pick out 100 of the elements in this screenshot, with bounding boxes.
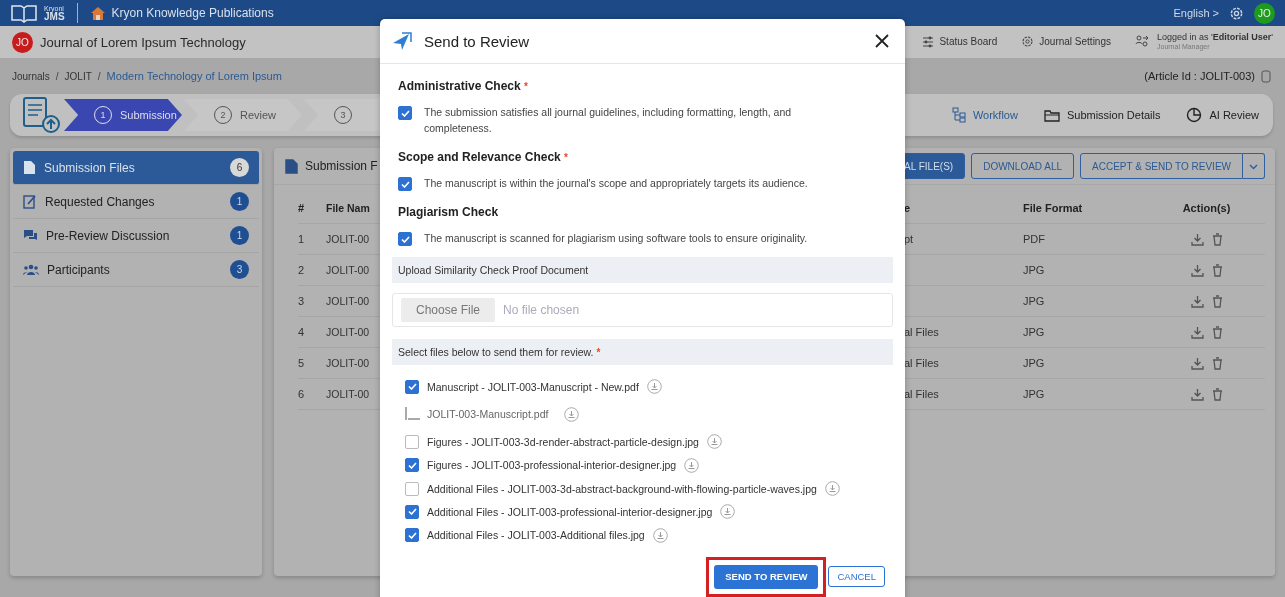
download-icon[interactable]	[824, 481, 840, 497]
trash-icon[interactable]	[1211, 356, 1223, 370]
breadcrumb-link[interactable]: JOLIT	[64, 70, 92, 82]
accept-send-button[interactable]: ACCEPT & SEND TO REVIEW	[1080, 153, 1243, 179]
file-icon	[23, 160, 36, 175]
download-all-button[interactable]: DOWNLOAD ALL	[971, 153, 1075, 179]
download-icon[interactable]	[684, 457, 700, 473]
download-icon[interactable]	[706, 434, 722, 450]
section-title: Scope and Relevance Check	[398, 150, 561, 164]
sliders-icon[interactable]	[922, 36, 935, 48]
cancel-button[interactable]: CANCEL	[828, 566, 885, 588]
checkbox[interactable]	[405, 481, 419, 496]
file-label: Figures - JOLIT-003-3d-render-abstract-particle-design.jpg	[427, 435, 699, 448]
file-input[interactable]: Choose File No file chosen	[392, 293, 893, 327]
book-logo-icon	[10, 3, 38, 23]
download-icon[interactable]	[1190, 325, 1204, 339]
column-header: #	[298, 202, 306, 214]
download-icon[interactable]	[646, 379, 662, 395]
chevron-down-icon	[1249, 163, 1258, 170]
table-cell-text: JOLIT-00	[326, 295, 371, 307]
table-cell-text: JOLIT-00	[326, 233, 371, 245]
table-cell-text: 2	[298, 264, 306, 276]
trash-icon[interactable]	[1211, 294, 1223, 308]
chat-icon	[23, 229, 38, 242]
step-link[interactable]: Submission Details	[1043, 107, 1161, 123]
table-cell-text: al Files	[904, 388, 940, 400]
paper-plane-icon	[392, 31, 414, 51]
gear-icon[interactable]	[1021, 35, 1035, 49]
table-cell-text: al Files	[904, 326, 940, 338]
download-icon[interactable]	[1190, 294, 1204, 308]
logo-title: JMS	[44, 11, 65, 22]
workflow-step[interactable]: 2 Review	[184, 99, 302, 131]
checkbox[interactable]	[398, 106, 412, 120]
checkbox[interactable]	[405, 528, 419, 543]
table-cell-text: pt	[904, 233, 915, 245]
checkbox[interactable]	[405, 458, 419, 473]
file-label: Additional Files - JOLIT-003-Additional files.jpg	[427, 529, 645, 542]
download-icon[interactable]	[1190, 263, 1204, 277]
file-label: Manuscript - JOLIT-003-Manuscript - New.pdf	[427, 380, 639, 393]
upload-label: Upload Similarity Check Proof Document	[398, 264, 589, 276]
dropdown-button[interactable]	[1243, 153, 1265, 179]
table-cell-text: JPG	[1023, 295, 1046, 307]
download-icon[interactable]	[1190, 356, 1204, 370]
sidebar-item[interactable]: Requested Changes 1	[13, 185, 259, 219]
file-label: Additional Files - JOLIT-003-professional-interior-designer.jpg	[427, 505, 713, 518]
header-link[interactable]: Status Board	[939, 36, 998, 48]
step-link[interactable]: Workflow	[951, 107, 1018, 123]
trash-icon[interactable]	[1211, 263, 1223, 277]
edit-icon	[23, 194, 37, 209]
choose-file-button[interactable]: Choose File	[401, 298, 496, 322]
people-icon	[23, 263, 39, 276]
required-mark: *	[564, 152, 568, 163]
trash-icon[interactable]	[1211, 232, 1223, 246]
folder-icon	[1043, 108, 1060, 122]
download-icon[interactable]	[1190, 387, 1204, 401]
table-cell-text: JOLIT-00	[326, 388, 371, 400]
required-mark: *	[596, 347, 601, 358]
home-icon[interactable]	[89, 5, 106, 21]
table-cell-text: 3	[298, 295, 306, 307]
login-status: Logged in as 'Editorial User'	[1157, 33, 1273, 44]
trash-icon[interactable]	[1211, 387, 1223, 401]
checkbox[interactable]	[398, 177, 412, 191]
download-icon[interactable]	[720, 504, 736, 520]
send-to-review-button[interactable]: SEND TO REVIEW	[714, 564, 819, 589]
download-icon[interactable]	[564, 406, 580, 422]
journal-title: Journal of Lorem Ipsum Technology	[40, 34, 246, 50]
article-id: (Article Id : JOLIT-003)	[1144, 70, 1255, 82]
sidebar-item[interactable]: Participants 3	[13, 253, 259, 287]
download-icon[interactable]	[652, 527, 668, 543]
pie-chart-icon	[1186, 107, 1203, 123]
header-link[interactable]: Journal Settings	[1039, 36, 1111, 48]
breadcrumb-link[interactable]: Journals	[12, 70, 50, 82]
step-link[interactable]: AI Review	[1186, 107, 1259, 123]
check-description: The submission satisfies all journal guidelines, including formatting, length, and completeness.	[424, 105, 793, 136]
settings-icon[interactable]	[1229, 5, 1244, 21]
file-label: Figures - JOLIT-003-professional-interior-designer.jpg	[427, 459, 677, 472]
language-selector[interactable]: English >	[1173, 7, 1219, 19]
publisher-name: Kryon Knowledge Publications	[111, 6, 274, 20]
table-cell-text: 6	[298, 388, 306, 400]
section-title: Administrative Check	[398, 79, 521, 93]
table-cell-text: JPG	[1023, 357, 1046, 369]
workflow-step[interactable]: 1 Submission	[64, 99, 182, 131]
download-icon[interactable]	[1190, 232, 1204, 246]
checkbox[interactable]	[405, 504, 419, 519]
table-cell-text: 5	[298, 357, 306, 369]
trash-icon[interactable]	[1211, 325, 1223, 339]
sidebar-item[interactable]: Pre-Review Discussion 1	[13, 219, 259, 253]
copy-icon[interactable]	[1261, 69, 1271, 83]
count-badge: 1	[230, 192, 249, 211]
checkbox[interactable]	[405, 379, 419, 394]
file-version-label: JOLIT-003-Manuscript.pdf	[427, 408, 549, 421]
panel-title: Submission F	[305, 159, 378, 173]
user-avatar[interactable]: JO	[1254, 2, 1275, 24]
dialog-title: Send to Review	[424, 32, 530, 50]
checkbox[interactable]	[398, 232, 412, 246]
count-badge: 6	[230, 158, 249, 177]
sidebar-item[interactable]: Submission Files 6	[13, 151, 259, 185]
close-icon[interactable]	[875, 34, 889, 48]
checkbox[interactable]	[405, 434, 419, 449]
table-cell-text: JOLIT-00	[326, 264, 371, 276]
